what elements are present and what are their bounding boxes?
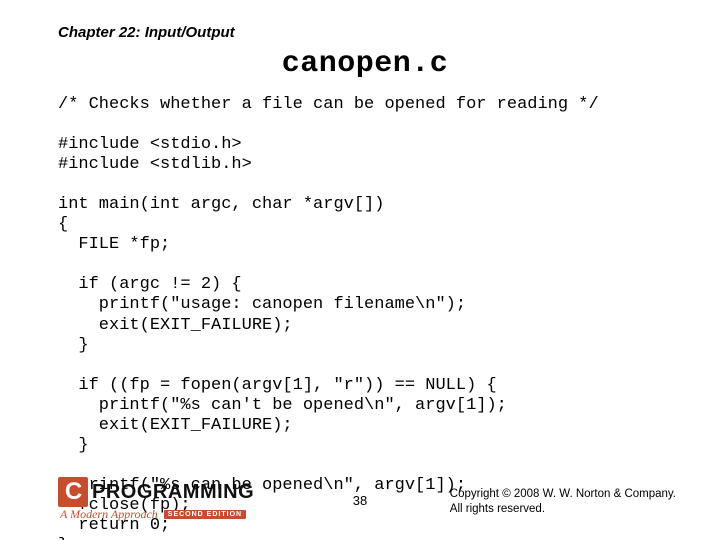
slide-footer: C PROGRAMMING A Modern Approach SECOND E… xyxy=(0,474,720,522)
copyright-line-1: Copyright © 2008 W. W. Norton & Company. xyxy=(450,487,676,501)
chapter-label: Chapter 22: Input/Output xyxy=(58,24,672,41)
logo-edition-badge: SECOND EDITION xyxy=(164,510,246,519)
copyright-block: Copyright © 2008 W. W. Norton & Company.… xyxy=(450,487,676,516)
copyright-line-2: All rights reserved. xyxy=(450,502,676,516)
logo-subtitle: A Modern Approach xyxy=(60,507,158,522)
slide: Chapter 22: Input/Output canopen.c /* Ch… xyxy=(0,0,720,540)
slide-title: canopen.c xyxy=(58,47,672,81)
logo-sub-row: A Modern Approach SECOND EDITION xyxy=(60,507,288,522)
